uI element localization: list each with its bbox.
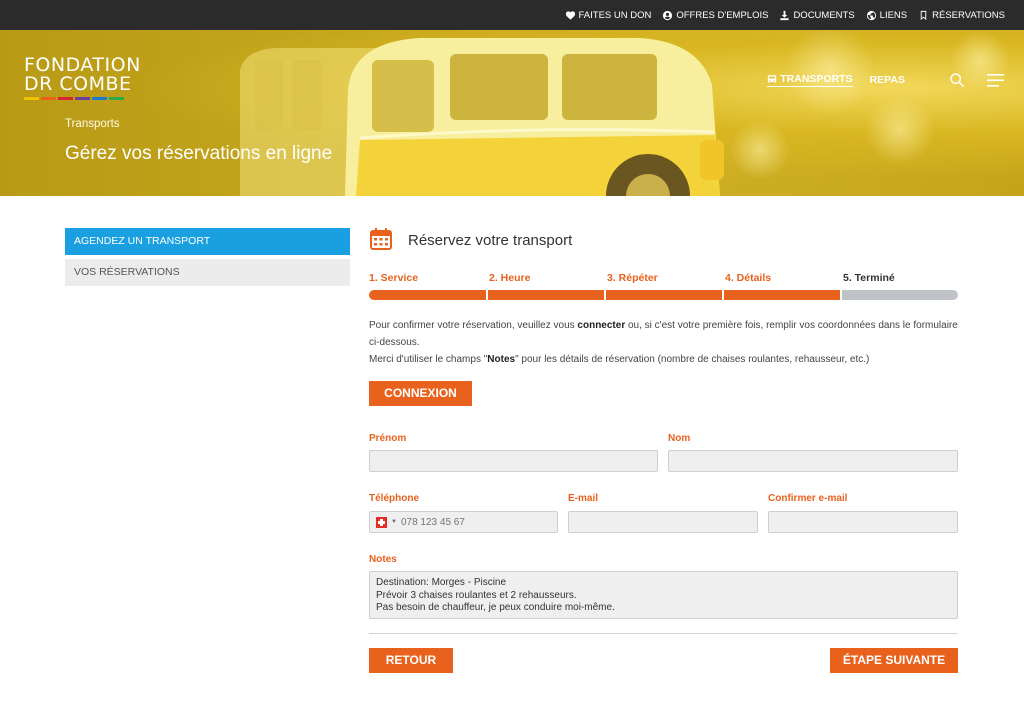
phone-label: Téléphone <box>369 493 420 504</box>
step-bar-termine <box>842 290 958 300</box>
notes-label: Notes <box>369 554 397 565</box>
jobs-link[interactable]: OFFRES D'EMPLOIS <box>662 10 768 21</box>
links-link[interactable]: LIENS <box>866 10 907 21</box>
lastname-input[interactable] <box>669 451 957 472</box>
back-button[interactable]: RETOUR <box>369 648 453 673</box>
notes-line-2: Prévoir 3 chaises roulantes et 2 rehauss… <box>376 589 577 601</box>
phone-field[interactable]: ▼ <box>369 511 558 533</box>
main-nav: TRANSPORTS REPAS <box>767 72 1004 88</box>
confirm-email-input[interactable] <box>769 512 957 533</box>
page-title: Gérez vos réservations en ligne <box>65 143 333 164</box>
documents-label: DOCUMENTS <box>793 9 855 21</box>
foundation-logo[interactable]: FONDATION DR COMBE <box>24 56 141 100</box>
top-utility-bar: FAITES UN DON OFFRES D'EMPLOIS DOCUMENTS… <box>0 0 1024 30</box>
connect-link[interactable]: connecter <box>577 320 625 331</box>
firstname-input[interactable] <box>370 451 657 472</box>
lastname-label: Nom <box>668 433 691 444</box>
step-label-termine: 5. Terminé <box>843 272 895 284</box>
notes-line-3: Pas besoin de chauffeur, je peux conduir… <box>376 602 615 613</box>
download-icon <box>780 10 790 20</box>
jobs-label: OFFRES D'EMPLOIS <box>676 9 769 21</box>
step-label-details: 4. Détails <box>725 272 772 284</box>
logo-line2: DR COMBE <box>24 73 132 95</box>
nav-repas-label: REPAS <box>869 74 905 86</box>
step-bar-heure <box>488 290 604 300</box>
step-label-heure: 2. Heure <box>489 272 531 284</box>
confirm-email-field[interactable] <box>768 511 958 533</box>
phone-input[interactable] <box>398 512 557 532</box>
step-bar-service <box>369 290 486 300</box>
instructions-text: Pour confirmer votre réservation, veuill… <box>369 317 959 368</box>
step-label-repeter: 3. Répéter <box>607 272 658 284</box>
globe-icon <box>866 10 876 20</box>
nav-transports-label: TRANSPORTS <box>780 73 853 85</box>
next-step-button[interactable]: ÉTAPE SUIVANTE <box>830 648 958 673</box>
email-input[interactable] <box>569 512 757 533</box>
bookmark-icon <box>920 10 927 20</box>
booking-title: Réservez votre transport <box>408 232 573 249</box>
email-field[interactable] <box>568 511 758 533</box>
instructions-line-2: Merci d'utiliser le champs "Notes" pour … <box>369 354 870 365</box>
notes-line-1: Destination: Morges - Piscine <box>376 577 507 588</box>
confirm-email-label: Confirmer e-mail <box>768 493 848 504</box>
step-bar-details <box>724 290 840 300</box>
donate-link[interactable]: FAITES UN DON <box>565 9 652 21</box>
search-icon[interactable] <box>949 72 965 88</box>
heart-icon <box>565 10 575 20</box>
country-dropdown-caret-icon[interactable]: ▼ <box>391 519 397 525</box>
reservations-link[interactable]: RÉSERVATIONS <box>918 10 1005 21</box>
login-button[interactable]: CONNEXION <box>369 381 472 406</box>
donate-label: FAITES UN DON <box>578 9 652 21</box>
sidebar-item-schedule-transport[interactable]: AGENDEZ UN TRANSPORT <box>65 228 350 255</box>
hamburger-menu-icon[interactable] <box>987 73 1004 87</box>
firstname-label: Prénom <box>369 433 407 444</box>
sidebar-item-my-reservations[interactable]: VOS RÉSERVATIONS <box>65 259 350 286</box>
user-circle-icon <box>663 10 673 20</box>
lastname-field[interactable] <box>668 450 958 472</box>
calendar-icon <box>370 228 392 250</box>
firstname-field[interactable] <box>369 450 658 472</box>
form-divider <box>369 633 958 634</box>
step-label-service: 1. Service <box>369 272 419 284</box>
documents-link[interactable]: DOCUMENTS <box>779 9 855 21</box>
logo-color-stripes <box>24 97 141 100</box>
reservations-label: RÉSERVATIONS <box>932 9 1005 21</box>
step-bar-repeter <box>606 290 722 300</box>
breadcrumb[interactable]: Transports <box>65 118 120 130</box>
email-label: E-mail <box>568 493 599 504</box>
swiss-flag-icon[interactable] <box>376 516 387 528</box>
nav-repas[interactable]: REPAS <box>870 74 905 86</box>
bus-icon <box>768 75 777 83</box>
instructions-line-1: Pour confirmer votre réservation, veuill… <box>369 320 958 348</box>
hero-banner: FONDATION DR COMBE TRANSPORTS REPAS Tran… <box>0 30 1024 196</box>
notes-textarea[interactable]: Destination: Morges - Piscine Prévoir 3 … <box>369 571 958 619</box>
nav-transports[interactable]: TRANSPORTS <box>767 73 853 87</box>
bus-illustration <box>240 30 1010 196</box>
links-label: LIENS <box>879 9 908 21</box>
